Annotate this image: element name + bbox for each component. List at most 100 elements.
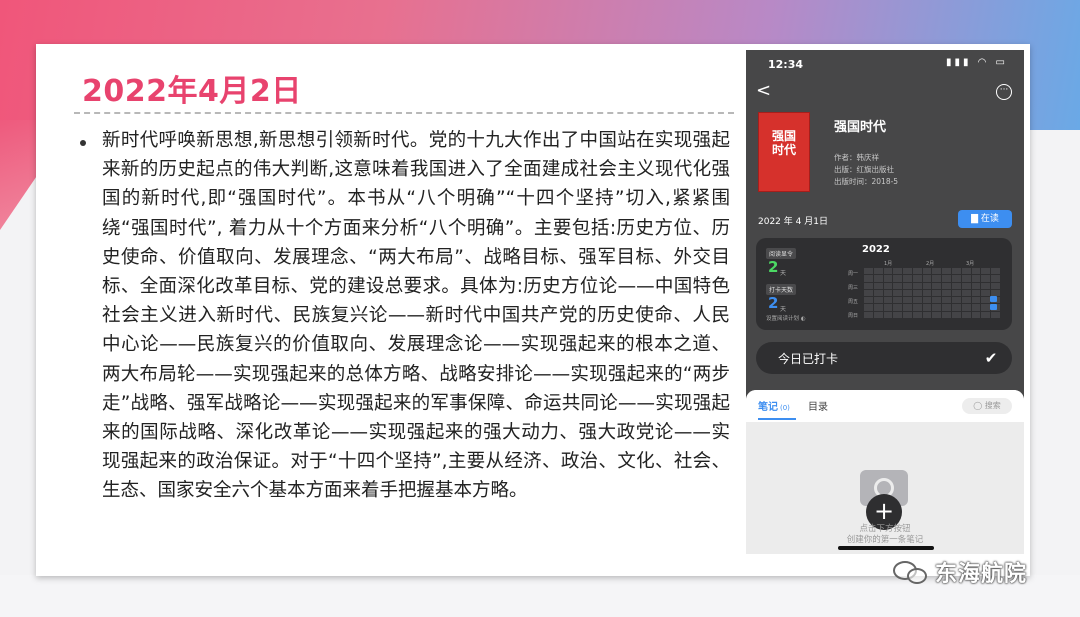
calendar-year: 2022 <box>862 244 890 255</box>
heatmap-cell <box>942 297 952 304</box>
active-tab-indicator <box>758 418 796 420</box>
heatmap-cell <box>893 289 903 297</box>
tab-table-of-contents[interactable]: 目录 <box>808 398 828 413</box>
heatmap-cell <box>912 275 922 282</box>
heatmap-cell <box>981 304 991 311</box>
bullet-dot-icon <box>80 140 86 146</box>
streak-value: 2 <box>768 258 779 276</box>
heatmap-cell <box>864 297 873 304</box>
notes-panel: 笔记 (0) 目录 ◯ 搜索 + 点击下方按钮 创建你的第一条笔记 <box>746 390 1024 554</box>
back-arrow-icon[interactable]: < <box>756 80 771 101</box>
title-divider <box>74 112 734 114</box>
heatmap-cell <box>981 297 991 304</box>
heatmap-cell <box>893 311 903 318</box>
notes-tab-bar: 笔记 (0) 目录 ◯ 搜索 <box>746 390 1024 422</box>
heatmap-cell <box>903 289 912 297</box>
heatmap-cell <box>952 268 961 275</box>
heatmap-cell <box>903 268 912 275</box>
heatmap-cell <box>961 297 971 304</box>
heatmap-cell <box>971 304 981 311</box>
heatmap-cell <box>883 311 893 318</box>
watermark: 东海航院 <box>893 556 1027 588</box>
tab-notes[interactable]: 笔记 (0) <box>758 398 790 413</box>
checkin-bar[interactable]: 今日已打卡 ✔ <box>756 342 1012 374</box>
heatmap-cell <box>991 311 1000 318</box>
heatmap-cell <box>932 297 942 304</box>
heatmap-cell <box>864 268 873 275</box>
heatmap-cell <box>922 282 932 289</box>
heatmap-cell <box>952 282 961 289</box>
more-options-icon[interactable]: ··· <box>996 84 1012 100</box>
heatmap-cell <box>971 297 981 304</box>
heatmap-cell <box>912 289 922 297</box>
heatmap-cell <box>864 311 873 318</box>
signal-wifi-battery-icon: ▮▮▮ ◠ ▭ <box>945 57 1008 68</box>
heatmap-cell <box>873 297 883 304</box>
heatmap-cell <box>942 275 952 282</box>
heatmap-cell <box>952 289 961 297</box>
phone-screenshot: 12:34 ▮▮▮ ◠ ▭ < ··· 强国 时代 强国时代 作者：韩庆祥 出版… <box>746 50 1024 554</box>
heatmap-cell <box>883 282 893 289</box>
book-cover[interactable]: 强国 时代 <box>758 112 810 192</box>
heatmap-cell <box>883 304 893 311</box>
heatmap-cell <box>922 297 932 304</box>
heatmap-cell <box>903 275 912 282</box>
calendar-month: 3月 <box>966 261 975 267</box>
heatmap-cell <box>864 282 873 289</box>
reading-stats-card[interactable]: 阅读显令 2 天 打卡天数 2 天 设置阅读计划 ◐ 2022 1月 2月 3月… <box>756 238 1012 330</box>
heatmap-cell <box>971 282 981 289</box>
heatmap-cell <box>903 304 912 311</box>
heatmap-cell <box>981 289 991 297</box>
heatmap-cell <box>873 289 883 297</box>
heatmap-cell <box>912 304 922 311</box>
tab-notes-count: (0) <box>780 404 790 412</box>
heatmap-cell <box>873 275 883 282</box>
calendar-weekday: 周日 <box>848 313 859 319</box>
calendar-weekday: 周五 <box>848 299 859 305</box>
heatmap-cell <box>952 304 961 311</box>
heatmap-cell <box>961 304 971 311</box>
read-start-date: 2022 年 4 月1日 <box>758 217 828 227</box>
heatmap-cell <box>952 311 961 318</box>
checkin-days-unit: 天 <box>780 306 787 313</box>
heatmap-cell <box>961 311 971 318</box>
heatmap-cell <box>922 275 932 282</box>
heatmap-cell <box>903 282 912 289</box>
heatmap-cell <box>912 311 922 318</box>
calendar-weekday: 周三 <box>848 285 859 291</box>
heatmap-cell <box>903 297 912 304</box>
heatmap-cell <box>932 275 942 282</box>
notes-search-button[interactable]: ◯ 搜索 <box>962 398 1012 414</box>
heatmap-cell <box>873 304 883 311</box>
heatmap-cell <box>981 268 991 275</box>
calendar-month: 2月 <box>926 261 935 267</box>
heatmap-cell <box>893 275 903 282</box>
heatmap-cell <box>912 268 922 275</box>
wechat-icon <box>893 559 931 585</box>
watermark-text: 东海航院 <box>935 562 1028 587</box>
heatmap-cell <box>873 268 883 275</box>
heatmap-active-day <box>990 296 997 302</box>
heatmap-cell <box>991 268 1000 275</box>
checkin-days-value: 2 <box>768 294 779 312</box>
home-indicator <box>838 546 934 550</box>
bullet-item: 新时代呼唤新思想,新思想引领新时代。党的十九大作出了中国站在实现强起来新的历史起… <box>80 126 730 506</box>
set-reading-plan-link[interactable]: 设置阅读计划 ◐ <box>766 314 806 322</box>
heatmap-cell <box>971 275 981 282</box>
heatmap-cell <box>991 275 1000 282</box>
heatmap-cell <box>912 297 922 304</box>
reading-status-button[interactable]: ▇ 在读 <box>958 210 1012 228</box>
heatmap-cell <box>922 289 932 297</box>
heatmap-cell <box>864 304 873 311</box>
heatmap-cell <box>883 275 893 282</box>
book-pub-date: 出版时间：2018-5 <box>834 177 899 186</box>
heatmap-cell <box>922 268 932 275</box>
heatmap-cell <box>893 297 903 304</box>
heatmap-cell <box>883 289 893 297</box>
status-bar: 12:34 ▮▮▮ ◠ ▭ <box>746 50 1024 78</box>
book-publisher: 出版：红旗出版社 <box>834 165 894 174</box>
heatmap-cell <box>952 275 961 282</box>
heatmap-active-day <box>990 304 997 310</box>
book-cover-text-1: 强国 <box>771 129 796 143</box>
heatmap-cell <box>932 268 942 275</box>
